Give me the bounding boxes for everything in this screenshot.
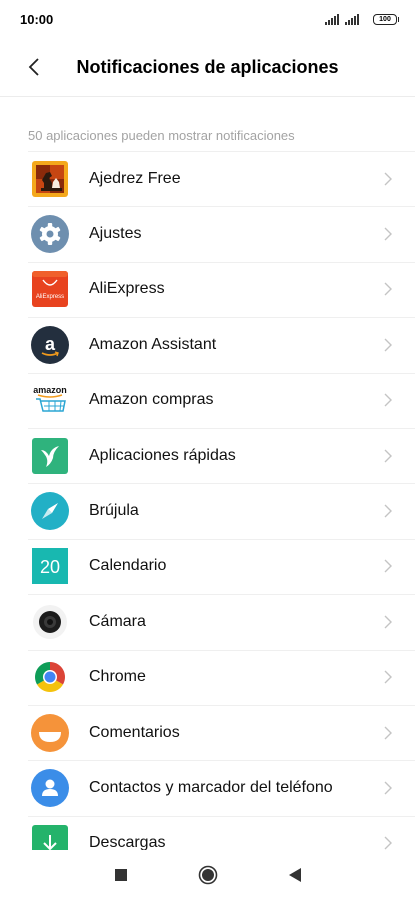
app-label: Comentarios — [89, 723, 180, 741]
svg-text:a: a — [45, 334, 56, 354]
app-label: AliExpress — [89, 280, 165, 298]
list-item[interactable]: Chrome — [0, 649, 415, 705]
apps-count-caption: 50 aplicaciones pueden mostrar notificac… — [28, 128, 295, 143]
chevron-right-icon — [384, 504, 392, 518]
back-button[interactable] — [20, 53, 48, 81]
chevron-right-icon — [384, 781, 392, 795]
header: Notificaciones de aplicaciones — [0, 38, 415, 97]
chrome-icon — [31, 658, 69, 696]
chevron-right-icon — [384, 836, 392, 850]
app-list: Ajedrez Free Ajustes AliExpress AliExpre… — [0, 151, 415, 871]
chess-icon — [31, 160, 69, 198]
back-arrow-icon — [28, 58, 39, 76]
list-item[interactable]: Cámara — [0, 594, 415, 649]
amazon-shopping-icon: amazon — [31, 381, 69, 420]
list-item[interactable]: amazon Amazon compras — [0, 372, 415, 428]
list-item[interactable]: Ajustes — [0, 206, 415, 261]
chevron-right-icon — [384, 282, 392, 296]
chevron-right-icon — [384, 559, 392, 573]
compass-icon — [31, 492, 69, 531]
app-label: Ajustes — [89, 225, 142, 243]
status-icons: 100 — [325, 13, 399, 25]
chevron-right-icon — [384, 670, 392, 684]
chevron-right-icon — [384, 726, 392, 740]
list-item[interactable]: Contactos y marcador del teléfono — [0, 760, 415, 815]
navigation-bar — [0, 850, 415, 900]
calendar-icon: 20 — [31, 547, 69, 585]
svg-text:20: 20 — [40, 557, 60, 577]
camera-icon — [31, 603, 69, 641]
app-label: Contactos y marcador del teléfono — [89, 778, 333, 796]
chevron-right-icon — [384, 449, 392, 463]
signal-icon — [345, 13, 359, 25]
app-label: Cámara — [89, 612, 146, 630]
chevron-right-icon — [384, 338, 392, 352]
chevron-right-icon — [384, 227, 392, 241]
app-label: Aplicaciones rápidas — [89, 446, 236, 464]
feedback-icon — [31, 713, 69, 752]
list-item[interactable]: Aplicaciones rápidas — [0, 427, 415, 483]
svg-text:AliExpress: AliExpress — [36, 294, 64, 300]
page-title: Notificaciones de aplicaciones — [76, 56, 339, 77]
app-label: Chrome — [89, 668, 146, 686]
recents-button[interactable] — [111, 865, 131, 885]
app-label: Calendario — [89, 557, 167, 575]
home-button[interactable] — [198, 865, 218, 885]
list-item[interactable]: Ajedrez Free — [0, 151, 415, 206]
chevron-right-icon — [384, 615, 392, 629]
list-item[interactable]: AliExpress AliExpress — [0, 261, 415, 317]
list-item[interactable]: 20 Calendario — [0, 538, 415, 594]
chevron-right-icon — [384, 172, 392, 186]
battery-icon: 100 — [373, 13, 399, 25]
recents-square-icon — [114, 869, 127, 881]
settings-gear-icon — [31, 215, 69, 254]
list-item[interactable]: Brújula — [0, 483, 415, 538]
status-time: 10:00 — [20, 11, 54, 27]
app-label: Brújula — [89, 502, 139, 520]
back-triangle-icon — [288, 868, 301, 882]
app-label: Amazon compras — [89, 391, 214, 409]
list-item[interactable]: Comentarios — [0, 704, 415, 760]
signal-icon — [325, 13, 339, 25]
home-circle-icon — [198, 865, 217, 885]
app-label: Ajedrez Free — [89, 169, 181, 187]
svg-text:amazon: amazon — [33, 385, 67, 395]
amazon-assistant-icon: a — [31, 325, 69, 364]
list-item[interactable]: a Amazon Assistant — [0, 317, 415, 372]
status-bar: 10:00 100 — [0, 0, 415, 38]
chevron-right-icon — [384, 393, 392, 407]
app-label: Amazon Assistant — [89, 335, 217, 353]
aliexpress-icon: AliExpress — [31, 270, 69, 308]
contacts-icon — [31, 768, 69, 807]
quick-apps-icon — [31, 437, 69, 475]
back-nav-button[interactable] — [285, 865, 305, 885]
